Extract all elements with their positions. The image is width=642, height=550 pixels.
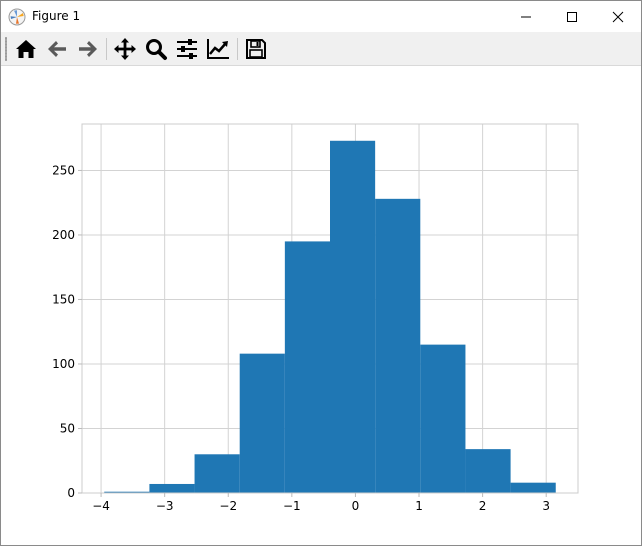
histogram-bar <box>375 198 421 494</box>
window-title: Figure 1 <box>32 9 81 23</box>
x-tick-label: −3 <box>156 499 174 513</box>
x-tick-label: −1 <box>283 499 301 513</box>
toolbar-separator <box>106 38 107 60</box>
sliders-icon <box>177 39 197 59</box>
forward-button[interactable] <box>75 36 101 62</box>
toolbar-grip[interactable] <box>5 37 7 61</box>
minimize-button[interactable] <box>503 1 549 32</box>
histogram-bar <box>284 241 330 493</box>
x-tick-label: 1 <box>415 499 423 513</box>
histogram-bar <box>420 344 466 493</box>
histogram-plot[interactable]: −4 −3 −2 −1 0 1 2 3 0 50 100 150 200 250 <box>1 66 641 545</box>
back-button[interactable] <box>44 36 70 62</box>
line-chart-icon <box>207 39 229 59</box>
move-icon <box>114 38 136 60</box>
maximize-icon <box>567 12 577 22</box>
magnifier-icon <box>146 39 167 60</box>
figure-window: Figure 1 −4 −3 −2 −1 0 1 2 3 0 50 100 15… <box>0 0 642 546</box>
edit-axis-button[interactable] <box>205 36 231 62</box>
x-tick-label: −2 <box>219 499 237 513</box>
pan-button[interactable] <box>112 36 138 62</box>
y-tick-label: 0 <box>67 486 75 500</box>
maximize-button[interactable] <box>549 1 595 32</box>
y-tick-label: 50 <box>60 421 75 435</box>
x-tick-label: 2 <box>479 499 487 513</box>
close-icon <box>612 11 624 23</box>
navigation-toolbar <box>1 32 641 66</box>
y-tick-label: 150 <box>52 292 75 306</box>
configure-subplots-button[interactable] <box>174 36 200 62</box>
home-button[interactable] <box>13 36 39 62</box>
x-tick-label: 3 <box>542 499 550 513</box>
save-button[interactable] <box>243 36 269 62</box>
y-tick-label: 200 <box>52 228 75 242</box>
arrow-left-icon <box>48 41 66 57</box>
histogram-bar <box>330 140 376 493</box>
histogram-bar <box>510 482 556 493</box>
y-tick-label: 100 <box>52 357 75 371</box>
floppy-disk-icon <box>246 39 266 59</box>
x-tick-label: −4 <box>92 499 110 513</box>
home-icon <box>16 40 36 58</box>
title-bar[interactable]: Figure 1 <box>1 1 641 32</box>
matplotlib-app-icon <box>8 8 26 26</box>
histogram-bar <box>239 353 285 493</box>
histogram-bar <box>149 483 195 493</box>
figure-canvas[interactable]: −4 −3 −2 −1 0 1 2 3 0 50 100 150 200 250 <box>1 66 641 545</box>
arrow-right-icon <box>79 41 97 57</box>
minimize-icon <box>521 16 531 18</box>
close-button[interactable] <box>595 1 641 32</box>
x-tick-label: 0 <box>352 499 360 513</box>
histogram-bar <box>465 449 511 493</box>
toolbar-separator <box>237 38 238 60</box>
zoom-button[interactable] <box>143 36 169 62</box>
y-tick-label: 250 <box>52 163 75 177</box>
histogram-bar <box>194 454 240 493</box>
